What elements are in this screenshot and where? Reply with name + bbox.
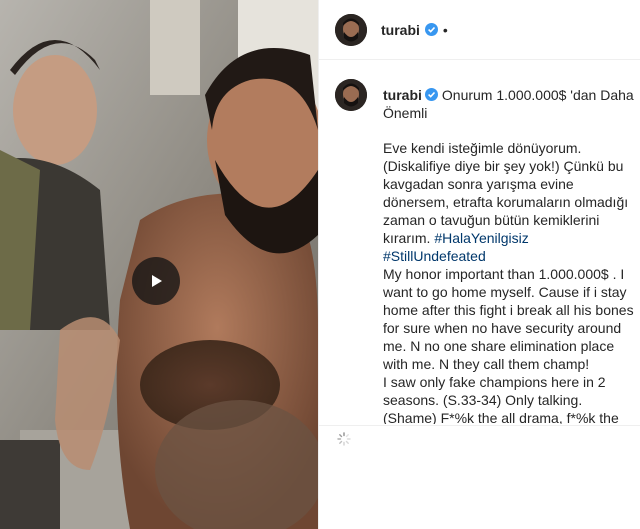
avatar[interactable] bbox=[335, 13, 367, 46]
post-caption: turabi Onurum 1.000.000$ 'dan Daha Önemli… bbox=[335, 79, 635, 424]
divider bbox=[319, 425, 640, 426]
hashtag-link[interactable]: #HalaYenilgisiz bbox=[434, 230, 528, 246]
hashtag-link[interactable]: #StillUndefeated bbox=[383, 248, 486, 264]
header-separator: • bbox=[442, 21, 448, 38]
caption-heading: turabi Onurum 1.000.000$ 'dan Daha Önemli bbox=[383, 86, 635, 122]
caption-english-text: (Shame) F*%k the all drama, f*%k the all bbox=[383, 410, 619, 424]
verified-badge-icon bbox=[424, 23, 438, 36]
caption-paragraph: Eve kendi isteğimle dönüyorum. (Diskalif… bbox=[383, 139, 635, 424]
caption-username-link[interactable]: turabi bbox=[383, 87, 422, 103]
caption-text-block: turabi Onurum 1.000.000$ 'dan Daha Önemli… bbox=[383, 79, 635, 424]
post-sidebar: turabi • turabi Onurum 1.000.000$ 'dan Da… bbox=[318, 0, 640, 529]
loading-spinner-icon bbox=[337, 432, 351, 446]
username-link[interactable]: turabi bbox=[381, 22, 420, 38]
play-icon bbox=[152, 275, 162, 287]
play-button[interactable] bbox=[132, 257, 180, 305]
post-video[interactable] bbox=[0, 0, 318, 529]
avatar-image bbox=[335, 79, 367, 111]
avatar-image bbox=[335, 13, 367, 46]
caption-english-text: My honor important than 1.000.000$ . I w… bbox=[383, 266, 634, 372]
verified-badge-icon bbox=[424, 88, 438, 101]
post-header: turabi • bbox=[319, 0, 640, 60]
caption-english-text: I saw only fake champions here in 2 seas… bbox=[383, 374, 606, 408]
caption-avatar[interactable] bbox=[335, 79, 367, 111]
